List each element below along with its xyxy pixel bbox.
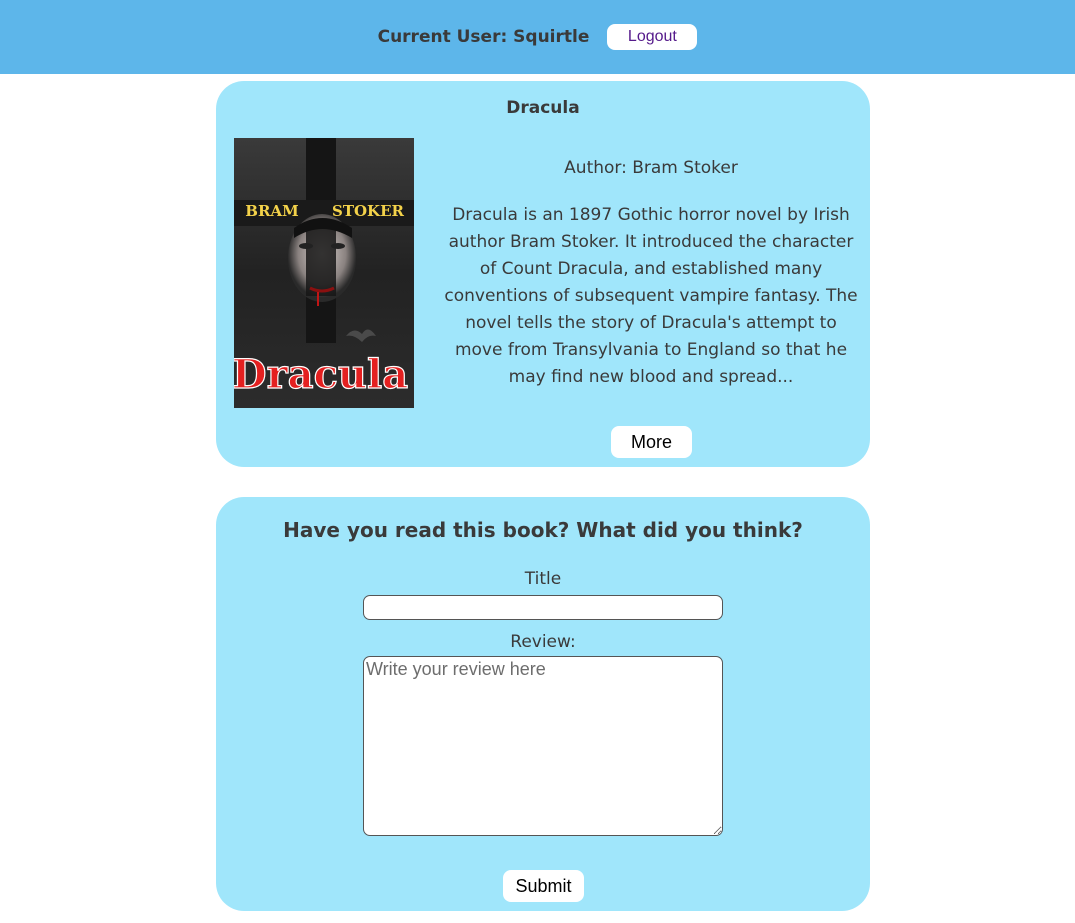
review-card: Have you read this book? What did you th… [216, 497, 870, 911]
logout-button[interactable]: Logout [607, 24, 698, 50]
book-card: Dracula BRAM STOKER Dracula Author: Bram… [216, 81, 870, 467]
book-title: Dracula [506, 98, 580, 118]
book-cover-image: BRAM STOKER Dracula [234, 138, 414, 408]
cover-author-last: STOKER [332, 202, 405, 220]
cover-author-first: BRAM [245, 202, 298, 220]
review-heading: Have you read this book? What did you th… [283, 518, 803, 542]
cover-title: Dracula [234, 351, 408, 398]
top-bar: Current User: Squirtle Logout [0, 0, 1075, 74]
more-button[interactable]: More [611, 426, 692, 458]
book-author: Author: Bram Stoker [564, 158, 738, 178]
review-textarea[interactable] [363, 656, 723, 836]
book-description: Dracula is an 1897 Gothic horror novel b… [444, 205, 858, 387]
title-label: Title [524, 569, 562, 589]
review-label: Review: [510, 632, 576, 652]
submit-button[interactable]: Submit [503, 870, 584, 902]
current-user-label: Current User: Squirtle [377, 27, 590, 47]
title-input[interactable] [363, 595, 723, 620]
